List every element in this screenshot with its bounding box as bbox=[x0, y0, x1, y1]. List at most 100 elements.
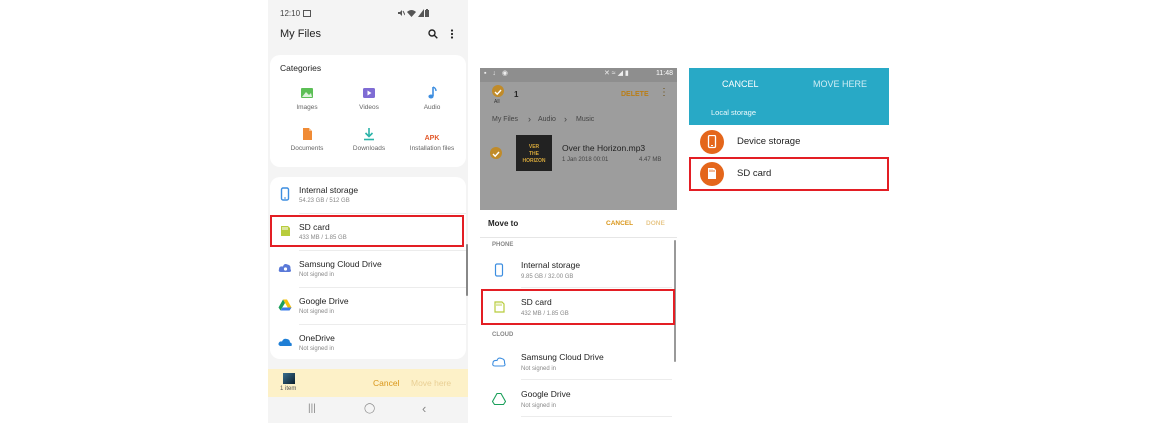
category-label: Images bbox=[296, 104, 318, 111]
dimmed-background: All 1 DELETE ⋮ My Files › Audio › Music … bbox=[480, 82, 677, 210]
storage-usage: Not signed in bbox=[299, 272, 335, 278]
selected-count: 1 item bbox=[280, 386, 297, 392]
destination-google-drive[interactable]: Google Drive Not signed in bbox=[480, 381, 672, 417]
file-name: Over the Horizon.mp3 bbox=[562, 143, 646, 153]
status-icons: ✕ ≈ ◢ ▮ bbox=[604, 70, 629, 77]
video-icon bbox=[362, 86, 376, 100]
download-icon bbox=[362, 127, 376, 141]
section-phone: PHONE bbox=[492, 242, 514, 248]
categories-card: Categories Images Videos Audio Documents bbox=[270, 55, 466, 167]
destination-samsung-cloud[interactable]: Samsung Cloud Drive Not signed in bbox=[480, 344, 672, 380]
categories-title: Categories bbox=[280, 63, 322, 73]
storage-usage: Not signed in bbox=[299, 309, 335, 315]
divider bbox=[521, 379, 672, 380]
divider bbox=[521, 287, 672, 288]
destination-usage: 9.85 GB / 32.00 GB bbox=[521, 274, 574, 280]
storage-usage: Not signed in bbox=[299, 346, 335, 352]
signal-icon bbox=[418, 9, 424, 17]
breadcrumb-my-files[interactable]: My Files bbox=[492, 116, 518, 123]
google-drive-icon bbox=[492, 392, 506, 406]
storage-usage: 54.23 GB / 512 GB bbox=[299, 198, 350, 204]
cancel-button[interactable]: Cancel bbox=[373, 378, 399, 388]
local-storage-label: Local storage bbox=[711, 108, 757, 117]
status-time: 11:48 bbox=[656, 70, 673, 77]
panel-c-move-dialog: CANCEL MOVE HERE Local storage Device st… bbox=[689, 68, 889, 423]
highlight-sd-card-a bbox=[270, 215, 464, 247]
phone-icon bbox=[700, 130, 724, 154]
section-cloud: CLOUD bbox=[492, 332, 514, 338]
destination-name: Device storage bbox=[737, 136, 801, 147]
selection-bottom-bar: 1 item Cancel Move here bbox=[268, 369, 468, 397]
gallery-notification-icon bbox=[303, 10, 311, 17]
move-here-button[interactable]: Move here bbox=[411, 378, 451, 388]
storage-list: Internal storage 54.23 GB / 512 GB SD ca… bbox=[270, 177, 466, 359]
battery-icon bbox=[425, 9, 429, 17]
storage-name: Samsung Cloud Drive bbox=[299, 259, 382, 269]
cancel-button[interactable]: CANCEL bbox=[722, 79, 759, 89]
mute-icon bbox=[397, 9, 405, 17]
destination-device-storage[interactable]: Device storage bbox=[689, 126, 889, 158]
category-images[interactable]: Images bbox=[275, 86, 339, 111]
more-options-icon[interactable] bbox=[450, 29, 454, 39]
breadcrumb-music[interactable]: Music bbox=[576, 116, 594, 123]
highlight-sd-card-b bbox=[481, 289, 675, 325]
phone-icon bbox=[492, 263, 506, 277]
music-note-icon bbox=[425, 86, 439, 100]
chevron-right-icon: › bbox=[528, 114, 531, 124]
done-button[interactable]: DONE bbox=[646, 220, 665, 227]
destination-name: Samsung Cloud Drive bbox=[521, 352, 604, 362]
home-icon[interactable]: ◯ bbox=[364, 403, 375, 414]
move-here-button[interactable]: MOVE HERE bbox=[813, 79, 867, 89]
category-documents[interactable]: Documents bbox=[275, 127, 339, 152]
breadcrumb-audio[interactable]: Audio bbox=[538, 116, 556, 123]
onedrive-icon bbox=[278, 335, 292, 349]
category-downloads[interactable]: Downloads bbox=[337, 127, 401, 152]
google-drive-icon bbox=[278, 298, 292, 312]
status-bar: ▪ ↓ ◉ ✕ ≈ ◢ ▮ 11:48 bbox=[480, 68, 677, 82]
storage-google-drive[interactable]: Google Drive Not signed in bbox=[270, 288, 466, 325]
divider bbox=[521, 416, 672, 417]
file-checkbox[interactable] bbox=[490, 147, 502, 159]
storage-onedrive[interactable]: OneDrive Not signed in bbox=[270, 325, 466, 361]
destination-name: Google Drive bbox=[521, 389, 571, 399]
back-icon[interactable]: ‹ bbox=[422, 401, 426, 416]
storage-samsung-cloud[interactable]: Samsung Cloud Drive Not signed in bbox=[270, 251, 466, 288]
page-title: My Files bbox=[280, 28, 321, 40]
destination-internal-storage[interactable]: Internal storage 9.85 GB / 32.00 GB bbox=[480, 252, 672, 288]
panel-b-move-dialog: ▪ ↓ ◉ ✕ ≈ ◢ ▮ 11:48 All 1 DELETE ⋮ My Fi… bbox=[480, 68, 677, 423]
wifi-icon bbox=[407, 9, 416, 17]
divider bbox=[480, 237, 677, 238]
select-all-label: All bbox=[494, 99, 500, 105]
apk-icon: APK bbox=[424, 135, 440, 142]
notification-icons: ▪ ↓ ◉ bbox=[484, 70, 510, 77]
storage-name: Internal storage bbox=[299, 185, 359, 195]
search-icon[interactable] bbox=[428, 29, 438, 39]
storage-internal[interactable]: Internal storage 54.23 GB / 512 GB bbox=[270, 177, 466, 214]
storage-name: Google Drive bbox=[299, 296, 349, 306]
file-date: 1 Jan 2018 00:01 bbox=[562, 157, 609, 163]
delete-button[interactable]: DELETE bbox=[621, 91, 649, 98]
panel-a-my-files: 12:10 My Files Categories Images Videos … bbox=[268, 0, 468, 423]
category-installation-files[interactable]: APK Installation files bbox=[400, 127, 464, 152]
more-options-icon[interactable]: ⋮ bbox=[659, 87, 669, 98]
select-all-checkbox[interactable] bbox=[492, 85, 504, 97]
chevron-right-icon: › bbox=[564, 114, 567, 124]
category-audio[interactable]: Audio bbox=[400, 86, 464, 111]
category-label: Downloads bbox=[352, 145, 386, 152]
samsung-cloud-icon bbox=[278, 261, 292, 275]
cancel-button[interactable]: CANCEL bbox=[606, 220, 633, 227]
category-videos[interactable]: Videos bbox=[337, 86, 401, 111]
selected-count: 1 bbox=[514, 90, 519, 99]
recent-apps-icon[interactable]: ||| bbox=[308, 403, 316, 414]
file-size: 4.47 MB bbox=[639, 157, 662, 163]
category-label: Installation files bbox=[409, 145, 455, 152]
category-label: Documents bbox=[290, 145, 324, 152]
storage-name: OneDrive bbox=[299, 333, 335, 343]
phone-icon bbox=[278, 187, 292, 201]
dialog-header: CANCEL MOVE HERE Local storage bbox=[689, 68, 889, 125]
album-art: VER THE HORIZON bbox=[516, 135, 552, 171]
scrollbar[interactable] bbox=[466, 244, 468, 296]
category-label: Audio bbox=[423, 104, 441, 111]
selected-item-thumbnail bbox=[283, 373, 295, 384]
category-label: Videos bbox=[359, 104, 379, 111]
